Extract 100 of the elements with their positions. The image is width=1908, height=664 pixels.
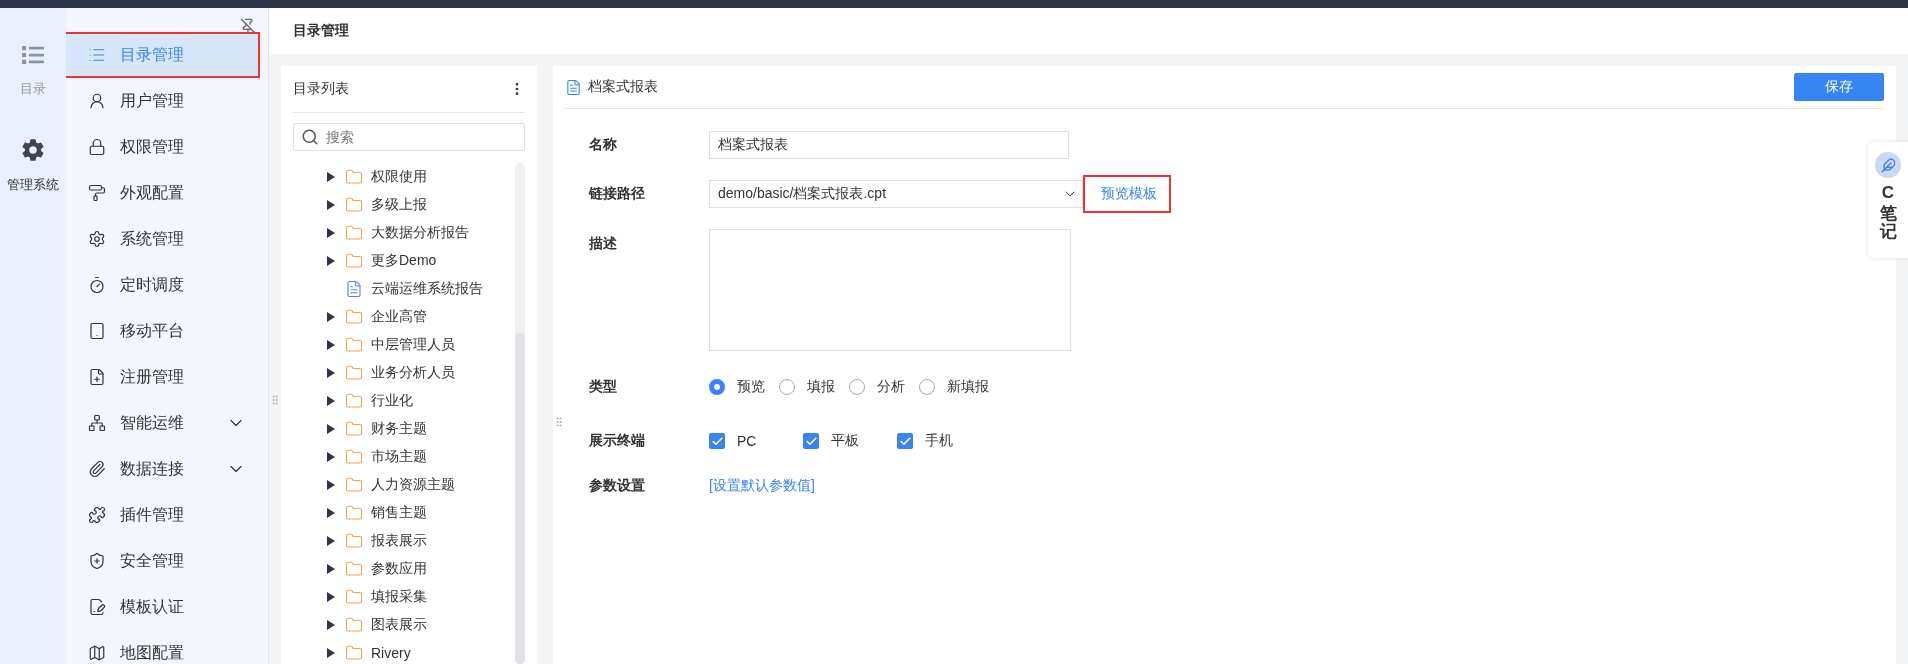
tree-item[interactable]: 销售主题 [293, 499, 515, 527]
list-icon [22, 44, 44, 66]
document-icon [565, 78, 582, 96]
rail-label: 管理系统 [7, 176, 59, 194]
caret-right-icon[interactable] [325, 508, 335, 518]
rail-label: 目录 [20, 80, 46, 98]
tree-item[interactable]: 人力资源主题 [293, 471, 515, 499]
menu-item[interactable]: 智能运维 [66, 402, 258, 444]
caret-right-icon[interactable] [325, 256, 335, 266]
folder-icon [345, 168, 363, 186]
field-label: 名称 [589, 136, 618, 154]
checkbox-option[interactable]: PC [709, 433, 789, 449]
list-icon [88, 46, 106, 64]
caret-right-icon[interactable] [325, 228, 335, 238]
file-pen-icon [88, 598, 106, 616]
shield-icon [88, 552, 106, 570]
folder-icon [345, 616, 363, 634]
folder-icon [345, 420, 363, 438]
rail-item[interactable]: 管理系统 [7, 138, 59, 194]
resize-grip-icon[interactable] [269, 394, 281, 406]
checkbox[interactable] [709, 433, 725, 449]
radio-option[interactable]: 填报 [779, 378, 835, 396]
menu-item[interactable]: 定时调度 [66, 264, 258, 306]
name-field[interactable]: 档案式报表 [709, 131, 1069, 159]
file-plus-icon [88, 368, 106, 386]
menu-item[interactable]: 安全管理 [66, 540, 258, 582]
menu-item[interactable]: 数据连接 [66, 448, 258, 490]
menu-item[interactable]: 权限管理 [66, 126, 258, 168]
radio-option[interactable]: 预览 [709, 378, 765, 396]
menu-item[interactable]: 模板认证 [66, 586, 258, 628]
scrollbar[interactable] [515, 163, 525, 664]
gear-icon [88, 230, 106, 248]
menu-item[interactable]: 系统管理 [66, 218, 258, 260]
tree-item[interactable]: 权限使用 [293, 163, 515, 191]
checkbox-option[interactable]: 手机 [897, 432, 977, 450]
field-label: 描述 [589, 234, 618, 253]
checkbox[interactable] [897, 433, 913, 449]
paint-roller-icon [88, 184, 106, 202]
tree-item[interactable]: 财务主题 [293, 415, 515, 443]
radio-button[interactable] [709, 379, 725, 395]
menu-item[interactable]: 地图配置 [66, 632, 258, 664]
resize-grip-icon[interactable] [553, 416, 565, 428]
menu-item[interactable]: 用户管理 [66, 80, 258, 122]
menu-item[interactable]: 注册管理 [66, 356, 258, 398]
radio-button[interactable] [779, 379, 795, 395]
tree-item[interactable]: 中层管理人员 [293, 331, 515, 359]
caret-right-icon[interactable] [325, 620, 335, 630]
field-label: 展示终端 [589, 432, 646, 450]
notes-tab[interactable]: C 笔记 [1868, 142, 1908, 258]
tree-item[interactable]: 市场主题 [293, 443, 515, 471]
tree-item[interactable]: 填报采集 [293, 583, 515, 611]
radio-option[interactable]: 分析 [849, 378, 905, 396]
caret-right-icon[interactable] [325, 592, 335, 602]
caret-right-icon[interactable] [325, 312, 335, 322]
radio-button[interactable] [849, 379, 865, 395]
caret-right-icon[interactable] [325, 424, 335, 434]
paperclip-icon [88, 460, 106, 478]
caret-right-icon[interactable] [325, 564, 335, 574]
tree-item[interactable]: 更多Demo [293, 247, 515, 275]
radio-option[interactable]: 新填报 [919, 378, 989, 396]
caret-right-icon[interactable] [325, 536, 335, 546]
caret-right-icon[interactable] [325, 480, 335, 490]
checkbox[interactable] [803, 433, 819, 449]
menu-item[interactable]: 插件管理 [66, 494, 258, 536]
checkbox-option[interactable]: 平板 [803, 432, 883, 450]
description-field[interactable] [709, 229, 1071, 351]
folder-icon [345, 644, 363, 662]
folder-icon [345, 364, 363, 382]
tree-item[interactable]: 业务分析人员 [293, 359, 515, 387]
tree-item[interactable]: 云端运维系统报告 [293, 275, 515, 303]
folder-icon [345, 252, 363, 270]
caret-right-icon[interactable] [325, 200, 335, 210]
field-label: 类型 [589, 378, 618, 396]
map-icon [88, 644, 106, 662]
default-params-link[interactable]: [设置默认参数值] [709, 477, 1884, 495]
folder-icon [345, 588, 363, 606]
tree-item[interactable]: 参数应用 [293, 555, 515, 583]
tree-item[interactable]: 多级上报 [293, 191, 515, 219]
save-button[interactable]: 保存 [1794, 73, 1884, 101]
tree-item[interactable]: 图表展示 [293, 611, 515, 639]
caret-right-icon[interactable] [325, 340, 335, 350]
preview-link[interactable]: 预览模板 [1085, 177, 1169, 211]
menu-item[interactable]: 外观配置 [66, 172, 258, 214]
tree-item[interactable]: 大数据分析报告 [293, 219, 515, 247]
folder-icon [345, 504, 363, 522]
report-title: 档案式报表 [588, 78, 659, 96]
caret-right-icon[interactable] [325, 396, 335, 406]
tree-item[interactable]: 报表展示 [293, 527, 515, 555]
caret-right-icon[interactable] [325, 368, 335, 378]
tree-item[interactable]: 企业高管 [293, 303, 515, 331]
caret-right-icon[interactable] [325, 452, 335, 462]
caret-right-icon[interactable] [325, 648, 335, 658]
menu-item[interactable]: 移动平台 [66, 310, 258, 352]
search-field[interactable]: 搜索 [293, 123, 525, 151]
path-dropdown[interactable]: demo/basic/档案式报表.cpt [709, 180, 1083, 208]
radio-button[interactable] [919, 379, 935, 395]
tree-item[interactable]: Rivery [293, 639, 515, 664]
caret-right-icon[interactable] [325, 172, 335, 182]
tree-item[interactable]: 行业化 [293, 387, 515, 415]
pin-off-icon[interactable] [240, 18, 256, 34]
